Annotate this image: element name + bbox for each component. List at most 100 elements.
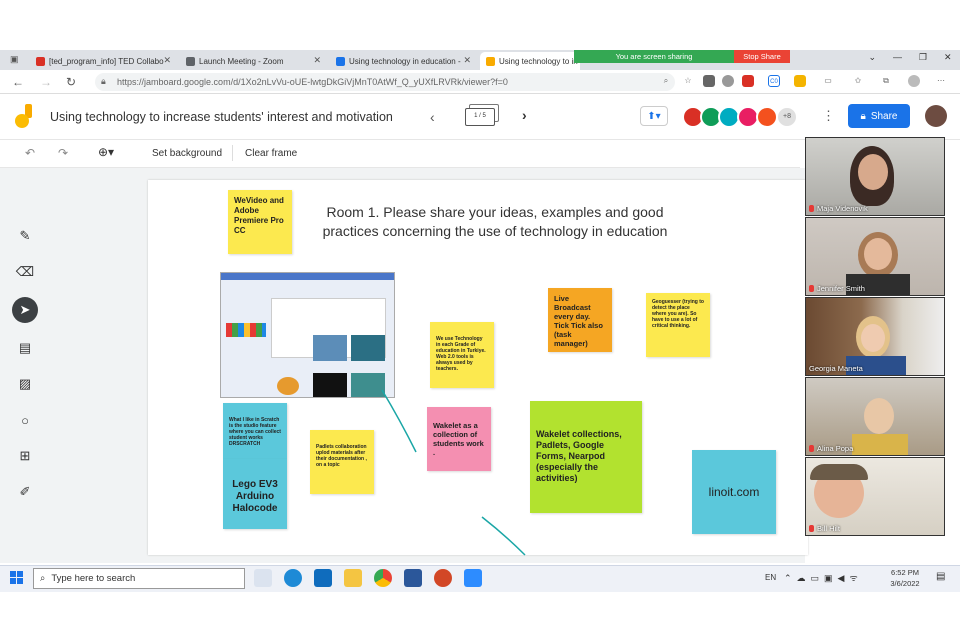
window-controls: ⌄ — ❐ ✕ [860,52,960,68]
more-options-icon[interactable]: ⋮ [822,108,835,124]
more-icon[interactable]: ⋯ [935,75,947,87]
video-tile[interactable]: Maja Videnovik [805,137,945,216]
file-explorer-icon[interactable] [344,569,362,587]
undo-icon[interactable]: ↶ [25,146,35,160]
circle-icon[interactable]: ○ [14,409,36,431]
mic-muted-icon [809,525,814,532]
laser-icon[interactable]: ✐ [14,481,36,503]
restore-icon[interactable]: ❐ [919,52,927,68]
share-button[interactable]: 🔒︎ Share [848,104,910,128]
browser-tab-docs[interactable]: Using technology in education - ✕ [330,52,475,70]
jamboard-logo[interactable] [14,103,36,129]
zoom-icon[interactable]: ⊕▾ [98,145,114,159]
text-box-icon[interactable]: ⊞ [14,445,36,467]
taskbar-clock[interactable]: 6:52 PM 3/6/2022 [880,567,930,589]
profile-avatar[interactable] [908,75,920,87]
forward-icon[interactable]: → [40,75,52,89]
close-tab-icon[interactable]: ✕ [463,55,471,66]
previous-frame-icon[interactable]: ‹ [430,109,435,125]
zoom-icon[interactable] [464,569,482,587]
clear-frame-button[interactable]: Clear frame [245,148,297,159]
browser-tab-zoom[interactable]: Launch Meeting - Zoom ✕ [180,52,325,70]
set-background-button[interactable]: Set background [152,148,222,159]
present-icon[interactable]: ⬆▾ [640,106,668,126]
frame-heading[interactable]: Room 1. Please share your ideas, example… [300,203,690,241]
windows-start-icon[interactable] [10,571,23,584]
lock-icon[interactable]: 🔒︎ [101,76,106,87]
user-avatar[interactable] [925,105,947,127]
sticky-note[interactable]: Geoguesser (trying to detect the place w… [646,293,710,357]
tab-actions-icon[interactable]: ▣ [10,54,19,65]
close-tab-icon[interactable]: ✕ [163,55,171,66]
image-detail [277,377,299,395]
close-tab-icon[interactable]: ✕ [313,55,321,66]
page-icon [186,56,195,66]
favorites-icon[interactable]: ✩ [852,75,864,87]
notification-icon[interactable]: ▤ [936,571,945,582]
pen-stroke[interactable] [370,380,570,560]
pasted-screenshot-image[interactable] [220,272,395,398]
tab-label: Launch Meeting - Zoom [199,56,284,66]
video-tile[interactable]: Alina Popa [805,377,945,456]
image-detail [226,323,266,337]
sticky-note[interactable]: Lego EV3 Arduino Halocode [223,459,287,529]
video-tile[interactable]: Georgia Maneta [805,297,945,376]
collections-icon[interactable]: ⧉ [880,75,892,87]
image-detail [313,373,347,397]
next-frame-icon[interactable]: › [522,107,527,123]
image-icon[interactable]: ▨ [14,373,36,395]
avatar[interactable] [756,106,778,128]
edge-icon[interactable] [284,569,302,587]
eraser-icon[interactable]: ⌫ [14,261,36,283]
video-tile[interactable]: Jennifer Smith [805,217,945,296]
sticky-note-icon[interactable]: ▤ [14,337,36,359]
close-icon[interactable]: ✕ [944,52,952,68]
extension-icon[interactable] [703,75,715,87]
mic-muted-icon [809,205,814,212]
participant-name: Georgia Maneta [809,364,863,373]
extension-icon[interactable]: C0 [768,75,780,87]
sticky-note[interactable]: linoit.com [692,450,776,534]
stop-share-button[interactable]: Stop Share [734,50,790,63]
reload-icon[interactable]: ↻ [66,75,76,89]
board-title[interactable]: Using technology to increase students' i… [50,110,393,124]
video-tile[interactable]: Bill Hilt [805,457,945,536]
taskbar-search-input[interactable]: ⌕ Type here to search [33,568,245,589]
extension-icon[interactable] [742,75,754,87]
redo-icon[interactable]: ↷ [58,146,68,160]
browser-tab-jamboard[interactable]: Using technology to in [480,52,580,70]
select-icon[interactable]: ➤ [12,297,38,323]
minimize-icon[interactable]: — [893,52,902,68]
split-screen-icon[interactable]: ▭ [822,75,834,87]
url-field[interactable]: https://jamboard.google.com/d/1Xo2nLvVu-… [95,73,675,91]
back-icon[interactable]: ← [12,75,24,89]
participant-video [852,434,908,455]
pen-icon[interactable]: ✎ [14,225,36,247]
sticky-note[interactable]: We use Technology in each Grade of educa… [430,322,494,388]
powerpoint-icon[interactable] [434,569,452,587]
participant-video [861,324,885,352]
language-indicator[interactable]: EN [765,573,776,582]
add-favorite-icon[interactable]: ☆ [682,75,694,87]
more-collaborators-badge[interactable]: +8 [776,106,798,128]
sticky-note[interactable]: WeVideo and Adobe Premiere Pro CC [228,190,292,254]
share-label: Share [870,110,898,122]
tab-label: Using technology to in [499,56,578,66]
participant-video [864,398,894,434]
search-icon[interactable]: ⌕ [660,75,672,87]
system-tray-icons[interactable]: ⌃☁▭▣◀ᯤ [784,571,863,584]
participant-video [810,464,868,480]
sticky-note[interactable]: Live Broadcast every day. Tick Tick also… [548,288,612,352]
sticky-note[interactable]: What I like in Scratch is the studio fea… [223,403,287,459]
jamboard-icon [486,56,495,66]
sticky-note[interactable]: Padlets collaboration uplod materials af… [310,430,374,494]
extension-icon[interactable] [722,75,734,87]
frame-indicator[interactable]: 1 / 5 [465,108,495,126]
chevron-down-icon[interactable]: ⌄ [868,52,876,68]
task-view-icon[interactable] [254,569,272,587]
word-icon[interactable] [404,569,422,587]
chrome-icon[interactable] [374,569,392,587]
extension-icon[interactable] [794,75,806,87]
mail-icon[interactable] [314,569,332,587]
browser-tab-ted[interactable]: [ted_program_info] TED Collabo ✕ [30,52,175,70]
